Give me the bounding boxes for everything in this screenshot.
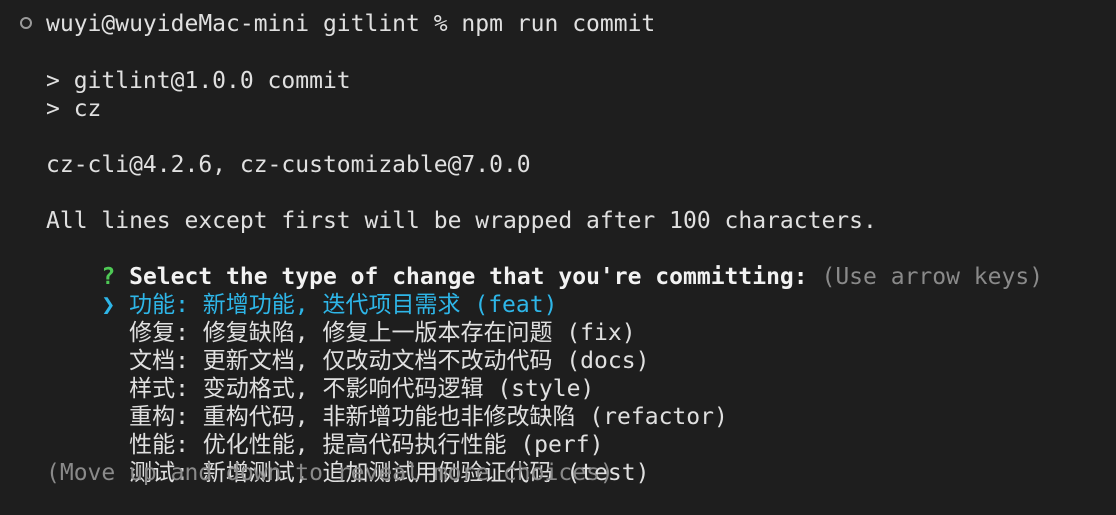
prompt-line: wuyi@wuyideMac-mini gitlint % npm run co… [46, 11, 656, 37]
question-hint: (Use arrow keys) [821, 264, 1044, 290]
option-item-perf[interactable]: 性能: 优化性能, 提高代码执行性能 (perf) [46, 403, 603, 458]
option-item-test[interactable]: 测试: 新增测试, 追加测试用例验证代码 (test) [46, 431, 649, 486]
option-item-feat[interactable]: ❯ 功能: 新增功能, 迭代项目需求 (feat) [46, 263, 557, 318]
option-item-docs[interactable]: 文档: 更新文档, 仅改动文档不改动代码 (docs) [46, 319, 649, 374]
terminal-window: wuyi@wuyideMac-mini gitlint % npm run co… [0, 0, 1116, 506]
option-item-fix[interactable]: 修复: 修复缺陷, 修复上一版本存在问题 (fix) [46, 291, 635, 346]
option-item-refactor[interactable]: 重构: 重构代码, 非新增功能也非修改缺陷 (refactor) [46, 375, 728, 430]
version-line: cz-cli@4.2.6, cz-customizable@7.0.0 [46, 152, 531, 178]
option-item-style[interactable]: 样式: 变动格式, 不影响代码逻辑 (style) [46, 347, 594, 402]
run-output-line: > cz [46, 96, 102, 122]
more-choices-hint: (Move up and down to reveal more choices… [46, 460, 614, 486]
command-status-circle-icon [20, 17, 32, 29]
question-line: ? Select the type of change that you're … [46, 235, 1043, 290]
run-output-line: > gitlint@1.0.0 commit [46, 68, 351, 94]
wrap-notice: All lines except first will be wrapped a… [46, 208, 877, 234]
